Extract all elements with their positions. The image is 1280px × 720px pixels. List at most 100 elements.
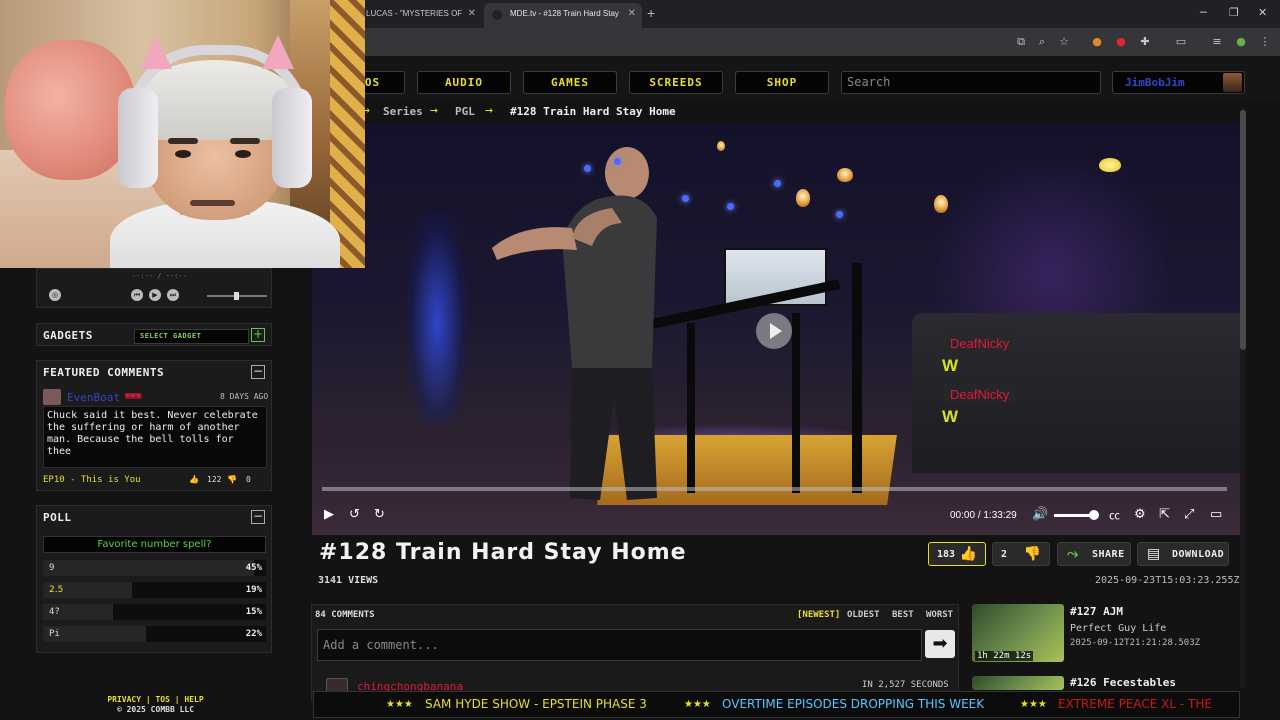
rewind-10-icon[interactable]: ↺ [349, 507, 360, 522]
browser-menu-icon[interactable]: ⋮ [1258, 35, 1272, 49]
view-count: 3141 VIEWS [318, 575, 379, 586]
ticker-item[interactable]: OVERTIME EPISODES DROPPING THIS WEEK [722, 697, 984, 711]
video-player[interactable]: DeafNicky W DeafNicky W ▶ ↺ ↻ 00:00 / 1:… [312, 123, 1240, 535]
play-icon[interactable]: ▶ [324, 507, 334, 522]
chat-username: DeafNicky [944, 386, 1016, 403]
tab-close-icon[interactable]: ✕ [628, 8, 636, 19]
mini-player-prev-icon[interactable]: ⏮ [131, 289, 143, 301]
popout-icon[interactable]: ⇱ [1159, 507, 1170, 522]
ticker-item[interactable]: SAM HYDE SHOW - EPSTEIN PHASE 3 [425, 697, 647, 711]
settings-gear-icon[interactable]: ⚙ [1134, 507, 1146, 522]
ticker-separator: ★★★ [684, 699, 711, 710]
poll-option-pct: 22% [245, 629, 262, 639]
search-input[interactable]: Search [841, 71, 1101, 94]
profile-avatar-icon[interactable]: ● [1234, 35, 1248, 49]
submit-comment-button[interactable]: ➡ [925, 630, 955, 658]
poll-fill [43, 560, 254, 576]
media-icon[interactable]: ▭ [1174, 35, 1188, 49]
thumbs-up-icon: 👍 [959, 546, 977, 562]
nav-item-audio[interactable]: AUDIO [417, 71, 511, 94]
breadcrumb-pgl[interactable]: PGL [455, 105, 475, 118]
volume-slider[interactable] [1054, 514, 1094, 517]
featured-comment-user[interactable]: EvenBoat [67, 391, 120, 404]
zoom-icon[interactable]: ⌕ [1035, 35, 1049, 49]
thumbs-up-icon[interactable]: 👍 [189, 475, 199, 484]
download-label: DOWNLOAD [1172, 549, 1225, 560]
download-button[interactable]: ▤ DOWNLOAD [1137, 542, 1229, 566]
dislike-button[interactable]: 2 👎 [992, 542, 1050, 566]
related-thumbnail[interactable] [972, 676, 1064, 690]
user-badges-icon: ▣▣▣ [125, 391, 142, 401]
poll-option[interactable]: 4? 15% [43, 604, 266, 620]
related-title[interactable]: #127 AJM [1070, 605, 1123, 618]
footer-links[interactable]: PRIVACY | TOS | HELP [0, 695, 311, 704]
close-window-icon[interactable]: ✕ [1258, 6, 1267, 19]
mini-player-volume-knob[interactable] [234, 292, 239, 300]
add-gadget-button[interactable]: + [251, 328, 265, 342]
share-button[interactable]: ⤳ SHARE [1057, 542, 1131, 566]
nav-label: AUDIO [444, 76, 484, 89]
extension-icon[interactable]: ● [1090, 35, 1104, 49]
sort-worst[interactable]: WORST [926, 610, 953, 620]
poll-question: Favorite number spell? [43, 536, 266, 553]
restore-icon[interactable]: ❐ [1229, 6, 1239, 19]
mini-player-record-icon[interactable]: ◎ [49, 289, 61, 301]
dislike-count: 2 [1001, 549, 1008, 560]
page-scrollbar-thumb[interactable] [1240, 110, 1246, 350]
collapse-button[interactable]: − [251, 365, 265, 379]
mini-player-time: --:-- / --:-- [132, 272, 187, 280]
volume-knob[interactable] [1089, 510, 1099, 520]
tab-label: LUCAS - "MYSTERIES OF [366, 9, 463, 18]
poll-option-label: 2.5 [49, 585, 64, 595]
play-overlay-icon[interactable] [756, 313, 792, 349]
nav-item-shop[interactable]: SHOP [735, 71, 829, 94]
username: JimBobJim [1125, 76, 1185, 89]
gadget-select[interactable]: SELECT GADGET [134, 329, 249, 344]
minus-icon: − [252, 364, 264, 378]
bookmark-star-icon[interactable]: ☆ [1057, 35, 1071, 49]
browser-tab-active[interactable]: MDE.tv - #128 Train Hard Stay ✕ [484, 3, 642, 28]
reading-list-icon[interactable]: ≡ [1210, 35, 1224, 49]
related-title[interactable]: #126 Fecestables [1070, 676, 1176, 689]
breadcrumb-arrow-icon: → [485, 103, 493, 118]
poll-option[interactable]: 9 45% [43, 560, 266, 576]
extension-icon[interactable]: ● [1114, 35, 1128, 49]
breadcrumb-series[interactable]: Series [383, 105, 423, 118]
tab-close-icon[interactable]: ✕ [468, 8, 476, 19]
mini-player-next-icon[interactable]: ⏭ [167, 289, 179, 301]
install-icon[interactable]: ⧉ [1014, 35, 1028, 49]
featured-comment-episode[interactable]: EP10 - This is You [43, 475, 141, 485]
extensions-puzzle-icon[interactable]: ✚ [1138, 35, 1152, 49]
sort-newest[interactable]: [NEWEST] [797, 610, 840, 620]
collapse-button[interactable]: − [251, 510, 265, 524]
avatar [43, 389, 61, 405]
nav-label: SHOP [766, 76, 798, 89]
captions-icon[interactable]: ㏄ [1109, 507, 1120, 523]
like-button[interactable]: 183 👍 [928, 542, 986, 566]
gadgets-panel: GADGETS SELECT GADGET + [36, 323, 272, 346]
thumbs-down-icon[interactable]: 👎 [227, 475, 237, 484]
poll-option[interactable]: 2.5 19% [43, 582, 266, 598]
featured-comment-body: Chuck said it best. Never celebrate the … [43, 406, 267, 468]
nav-item-games[interactable]: GAMES [523, 71, 617, 94]
poll-panel: POLL − Favorite number spell? 9 45% 2.5 … [36, 505, 272, 653]
video-progress-bar[interactable] [322, 487, 1227, 491]
cast-icon[interactable]: ▭ [1210, 507, 1222, 522]
user-menu[interactable]: JimBobJim [1112, 71, 1245, 94]
minimize-icon[interactable]: ─ [1200, 6, 1207, 19]
nav-item-screeds[interactable]: SCREEDS [629, 71, 723, 94]
volume-icon[interactable]: 🔊 [1032, 507, 1048, 522]
fullscreen-icon[interactable]: ⤢ [1184, 507, 1194, 522]
new-tab-icon[interactable]: + [647, 5, 655, 21]
comment-input[interactable]: Add a comment... [317, 629, 922, 661]
mini-player-play-icon[interactable]: ▶ [149, 289, 161, 301]
featured-comments-panel: FEATURED COMMENTS − EvenBoat ▣▣▣ 8 DAYS … [36, 360, 272, 491]
sort-oldest[interactable]: OLDEST [847, 610, 880, 620]
featured-dislike-count: 0 [246, 475, 251, 484]
poll-option[interactable]: Pi 22% [43, 626, 266, 642]
breadcrumb-arrow-icon: → [430, 103, 438, 118]
forward-10-icon[interactable]: ↻ [374, 507, 385, 522]
sort-best[interactable]: BEST [892, 610, 914, 620]
related-duration: 1h 22m 12s [975, 651, 1034, 661]
ticker-item[interactable]: EXTREME PEACE XL - THE [1058, 697, 1212, 711]
